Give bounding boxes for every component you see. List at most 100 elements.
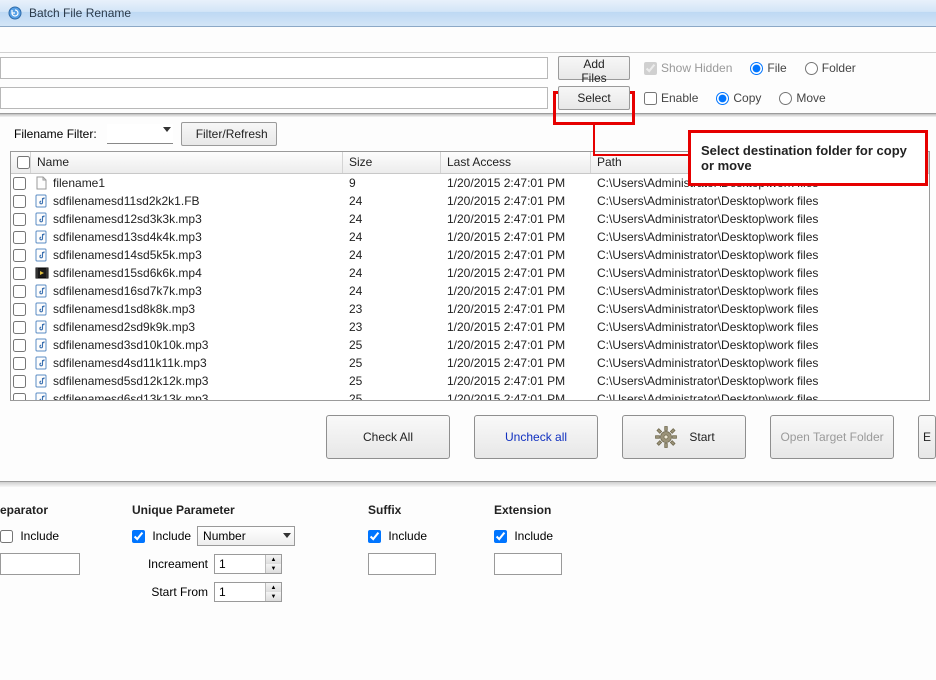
menu-strip	[0, 27, 936, 53]
chevron-down-icon	[283, 533, 291, 538]
table-row[interactable]: sdfilenamesd2sd9k9k.mp3231/20/2015 2:47:…	[11, 318, 929, 336]
enable-checkbox[interactable]: Enable	[644, 91, 698, 105]
suffix-input[interactable]	[368, 553, 436, 575]
cell-last-access: 1/20/2015 2:47:01 PM	[441, 284, 591, 298]
uncheck-all-button[interactable]: Uncheck all	[474, 415, 598, 459]
cell-path: C:\Users\Administrator\Desktop\work file…	[591, 338, 929, 352]
check-all-button[interactable]: Check All	[326, 415, 450, 459]
cell-last-access: 1/20/2015 2:47:01 PM	[441, 194, 591, 208]
filter-refresh-button[interactable]: Filter/Refresh	[181, 122, 277, 146]
spinner-up-icon[interactable]: ▲	[266, 555, 281, 564]
cell-path: C:\Users\Administrator\Desktop\work file…	[591, 212, 929, 226]
unique-type-combo[interactable]: Number	[197, 526, 295, 546]
row-checkbox[interactable]	[11, 267, 31, 280]
start-from-spinner[interactable]: 1▲▼	[214, 582, 282, 602]
table-row[interactable]: sdfilenamesd15sd6k6k.mp4241/20/2015 2:47…	[11, 264, 929, 282]
chevron-down-icon	[163, 127, 171, 132]
unique-include-checkbox[interactable]: Include	[132, 529, 191, 543]
annotation-callout: Select destination folder for copy or mo…	[688, 130, 928, 186]
source-path-input[interactable]	[0, 57, 548, 79]
spinner-down-icon[interactable]: ▼	[266, 592, 281, 601]
cell-path: C:\Users\Administrator\Desktop\work file…	[591, 356, 929, 370]
table-row[interactable]: sdfilenamesd16sd7k7k.mp3241/20/2015 2:47…	[11, 282, 929, 300]
add-files-button[interactable]: Add Files	[558, 56, 630, 80]
table-row[interactable]: sdfilenamesd3sd10k10k.mp3251/20/2015 2:4…	[11, 336, 929, 354]
cell-last-access: 1/20/2015 2:47:01 PM	[441, 302, 591, 316]
row-checkbox[interactable]	[11, 375, 31, 388]
table-row[interactable]: sdfilenamesd1sd8k8k.mp3231/20/2015 2:47:…	[11, 300, 929, 318]
row-checkbox[interactable]	[11, 231, 31, 244]
row-checkbox[interactable]	[11, 213, 31, 226]
cell-name: sdfilenamesd1sd8k8k.mp3	[31, 302, 343, 316]
extra-button[interactable]: E	[918, 415, 936, 459]
cell-path: C:\Users\Administrator\Desktop\work file…	[591, 194, 929, 208]
col-check[interactable]	[11, 152, 31, 173]
filter-combo[interactable]	[107, 124, 173, 144]
start-button[interactable]: Start	[622, 415, 746, 459]
cell-name: sdfilenamesd12sd3k3k.mp3	[31, 212, 343, 226]
table-row[interactable]: sdfilenamesd4sd11k11k.mp3251/20/2015 2:4…	[11, 354, 929, 372]
row-checkbox[interactable]	[11, 321, 31, 334]
table-row[interactable]: sdfilenamesd6sd13k13k.mp3251/20/2015 2:4…	[11, 390, 929, 401]
cell-name: sdfilenamesd3sd10k10k.mp3	[31, 338, 343, 352]
cell-size: 9	[343, 176, 441, 190]
add-files-row: Add Files Show Hidden File Folder	[0, 53, 936, 83]
destination-row: Select Enable Copy Move	[0, 83, 936, 113]
destination-path-input[interactable]	[0, 87, 548, 109]
table-row[interactable]: sdfilenamesd12sd3k3k.mp3241/20/2015 2:47…	[11, 210, 929, 228]
audio-file-icon	[35, 230, 49, 244]
audio-file-icon	[35, 212, 49, 226]
group-title: Suffix	[368, 503, 458, 517]
cell-last-access: 1/20/2015 2:47:01 PM	[441, 374, 591, 388]
spinner-up-icon[interactable]: ▲	[266, 583, 281, 592]
row-checkbox[interactable]	[11, 357, 31, 370]
separator-input[interactable]	[0, 553, 80, 575]
window-title: Batch File Rename	[29, 6, 131, 20]
separator-include-checkbox[interactable]: Include	[0, 529, 59, 543]
copy-radio[interactable]: Copy	[716, 91, 761, 105]
increment-spinner[interactable]: 1▲▼	[214, 554, 282, 574]
row-checkbox[interactable]	[11, 195, 31, 208]
show-hidden-checkbox[interactable]: Show Hidden	[644, 61, 732, 75]
row-checkbox[interactable]	[11, 249, 31, 262]
cell-last-access: 1/20/2015 2:47:01 PM	[441, 248, 591, 262]
cell-size: 23	[343, 320, 441, 334]
cell-path: C:\Users\Administrator\Desktop\work file…	[591, 374, 929, 388]
suffix-include-checkbox[interactable]: Include	[368, 529, 427, 543]
extension-input[interactable]	[494, 553, 562, 575]
spinner-down-icon[interactable]: ▼	[266, 564, 281, 573]
cell-size: 24	[343, 230, 441, 244]
video-file-icon	[35, 266, 49, 280]
col-size[interactable]: Size	[343, 152, 441, 173]
select-destination-button[interactable]: Select	[558, 86, 630, 110]
cell-last-access: 1/20/2015 2:47:01 PM	[441, 356, 591, 370]
unique-parameter-group: Unique Parameter Include Number Increame…	[132, 503, 332, 609]
row-checkbox[interactable]	[11, 303, 31, 316]
row-checkbox[interactable]	[11, 339, 31, 352]
audio-file-icon	[35, 194, 49, 208]
row-checkbox[interactable]	[11, 393, 31, 402]
cell-size: 24	[343, 248, 441, 262]
suffix-group: Suffix Include	[368, 503, 458, 609]
file-radio[interactable]: File	[750, 61, 786, 75]
col-last-access[interactable]: Last Access	[441, 152, 591, 173]
table-row[interactable]: sdfilenamesd11sd2k2k1.FB241/20/2015 2:47…	[11, 192, 929, 210]
annotation-connector	[593, 125, 595, 155]
table-row[interactable]: sdfilenamesd14sd5k5k.mp3241/20/2015 2:47…	[11, 246, 929, 264]
cell-name: sdfilenamesd16sd7k7k.mp3	[31, 284, 343, 298]
cell-name: sdfilenamesd2sd9k9k.mp3	[31, 320, 343, 334]
cell-last-access: 1/20/2015 2:47:01 PM	[441, 212, 591, 226]
app-icon	[7, 5, 23, 21]
row-checkbox[interactable]	[11, 177, 31, 190]
table-row[interactable]: sdfilenamesd5sd12k12k.mp3251/20/2015 2:4…	[11, 372, 929, 390]
col-name[interactable]: Name	[31, 152, 343, 173]
folder-radio[interactable]: Folder	[805, 61, 856, 75]
row-checkbox[interactable]	[11, 285, 31, 298]
open-target-folder-button[interactable]: Open Target Folder	[770, 415, 894, 459]
cell-path: C:\Users\Administrator\Desktop\work file…	[591, 230, 929, 244]
cell-last-access: 1/20/2015 2:47:01 PM	[441, 266, 591, 280]
move-radio[interactable]: Move	[779, 91, 825, 105]
cell-name: sdfilenamesd15sd6k6k.mp4	[31, 266, 343, 280]
extension-include-checkbox[interactable]: Include	[494, 529, 553, 543]
table-row[interactable]: sdfilenamesd13sd4k4k.mp3241/20/2015 2:47…	[11, 228, 929, 246]
